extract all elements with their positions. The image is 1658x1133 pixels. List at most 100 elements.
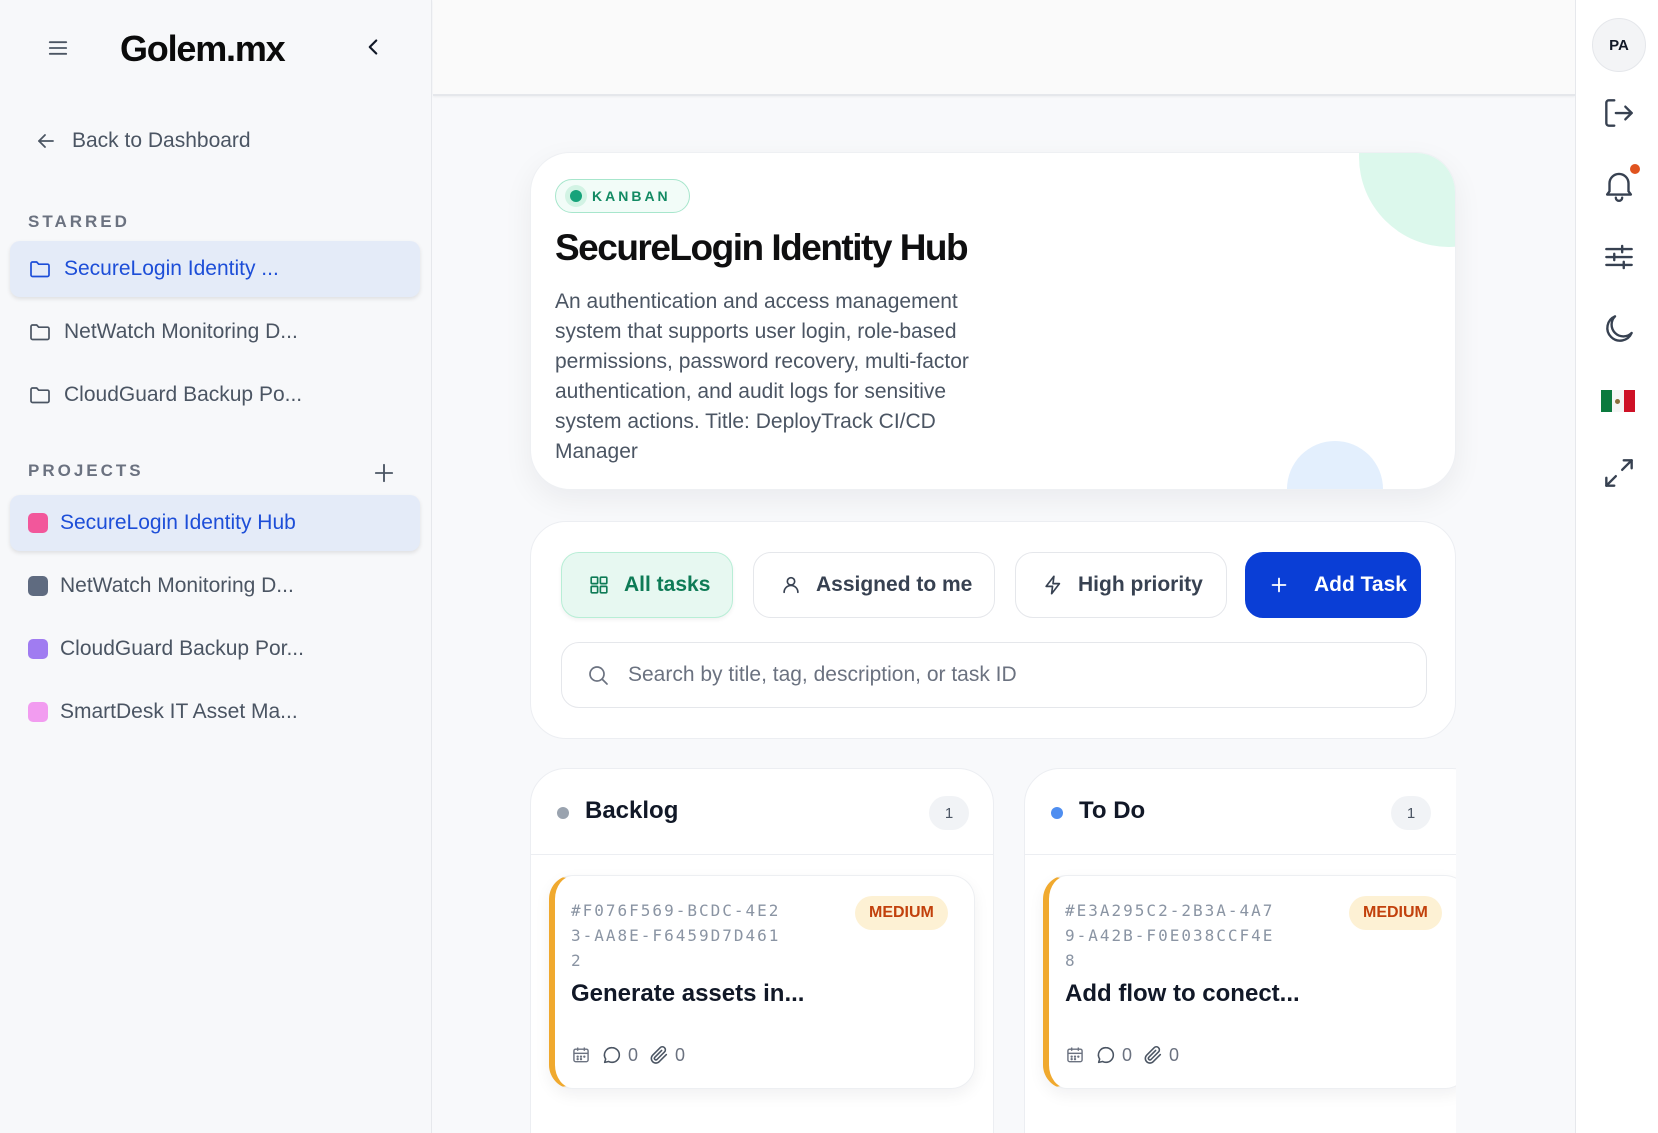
comments-count-value: 0	[628, 1044, 639, 1065]
task-meta: 0 0	[1065, 1044, 1179, 1066]
comments-count-value: 0	[1122, 1044, 1133, 1065]
attachments-count-value: 0	[1169, 1044, 1180, 1065]
task-card[interactable]: #F076F569-BCDC-4E23-AA8E-F6459D7D4612 ME…	[549, 875, 975, 1089]
mexico-flag-icon[interactable]	[1601, 390, 1635, 412]
task-toolbar: All tasks Assigned to me High priority A…	[530, 521, 1456, 739]
project-item-netwatch[interactable]: NetWatch Monitoring D...	[10, 558, 420, 614]
kanban-column-backlog: Backlog 1 #F076F569-BCDC-4E23-AA8E-F6459…	[530, 768, 994, 1133]
all-tasks-label: All tasks	[624, 573, 711, 596]
starred-item-cloudguard[interactable]: CloudGuard Backup Po...	[10, 367, 420, 423]
project-color-swatch	[28, 513, 48, 533]
starred-item-label: NetWatch Monitoring D...	[64, 320, 298, 343]
add-task-button[interactable]: Add Task	[1245, 552, 1421, 618]
task-title: Generate assets in...	[571, 980, 805, 1007]
attachments-count[interactable]: 0	[1142, 1044, 1179, 1066]
priority-badge: MEDIUM	[855, 896, 948, 930]
user-icon	[780, 574, 802, 596]
column-title: Backlog	[585, 797, 679, 824]
page-title: SecureLogin Identity Hub	[555, 227, 969, 268]
starred-section-title: STARRED	[28, 212, 130, 231]
project-item-cloudguard[interactable]: CloudGuard Backup Por...	[10, 621, 420, 677]
paperclip-icon	[1142, 1044, 1164, 1066]
comment-icon	[1095, 1044, 1117, 1066]
plus-icon	[1268, 574, 1290, 596]
column-header: Backlog 1	[531, 769, 993, 855]
high-priority-label: High priority	[1078, 573, 1203, 596]
collapse-sidebar-icon[interactable]	[360, 34, 386, 60]
right-rail: PA	[1575, 0, 1658, 1133]
task-card[interactable]: #E3A295C2-2B3A-4A79-A42B-F0E038CCF4E8 ME…	[1043, 875, 1456, 1089]
decorative-blob	[1287, 441, 1383, 489]
sidebar-header: Golem.mx	[0, 0, 432, 100]
starred-item-label: CloudGuard Backup Po...	[64, 383, 303, 406]
attachments-count[interactable]: 0	[648, 1044, 685, 1066]
sidebar: Golem.mx Back to Dashboard STARRED Secur…	[0, 0, 432, 1133]
project-item-label: SmartDesk IT Asset Ma...	[60, 700, 298, 723]
column-title: To Do	[1079, 797, 1146, 824]
project-color-swatch	[28, 639, 48, 659]
column-header: To Do 1	[1025, 769, 1456, 855]
calendar-icon[interactable]	[1065, 1045, 1085, 1065]
grid-icon	[588, 574, 610, 596]
add-project-icon[interactable]	[370, 459, 398, 487]
kanban-board: Backlog 1 #F076F569-BCDC-4E23-AA8E-F6459…	[530, 768, 1456, 1133]
menu-icon[interactable]	[44, 34, 72, 62]
calendar-icon[interactable]	[571, 1045, 591, 1065]
bell-icon[interactable]	[1600, 164, 1640, 204]
app-logo[interactable]: Golem.mx	[120, 28, 286, 70]
column-status-dot	[557, 807, 569, 819]
project-color-swatch	[28, 576, 48, 596]
project-item-label: NetWatch Monitoring D...	[60, 574, 294, 597]
assigned-to-me-filter-button[interactable]: Assigned to me	[753, 552, 995, 618]
decorative-blob	[1359, 153, 1455, 247]
folder-icon	[28, 383, 52, 407]
search-field[interactable]	[561, 642, 1427, 708]
search-icon	[586, 663, 610, 687]
comments-count[interactable]: 0	[1095, 1044, 1132, 1066]
task-meta: 0 0	[571, 1044, 685, 1066]
attachments-count-value: 0	[675, 1044, 686, 1065]
project-hero-card: KANBAN SecureLogin Identity Hub An authe…	[530, 152, 1456, 490]
starred-item-netwatch[interactable]: NetWatch Monitoring D...	[10, 304, 420, 360]
column-count-badge: 1	[1391, 796, 1431, 830]
avatar[interactable]: PA	[1592, 18, 1646, 72]
sliders-icon[interactable]	[1600, 238, 1638, 276]
search-input[interactable]	[628, 663, 1408, 687]
project-item-label: SecureLogin Identity Hub	[60, 511, 296, 534]
back-to-dashboard-link[interactable]: Back to Dashboard	[34, 124, 251, 158]
starred-item-label: SecureLogin Identity ...	[64, 257, 279, 280]
column-count-badge: 1	[929, 796, 969, 830]
back-to-dashboard-label: Back to Dashboard	[72, 129, 251, 152]
paperclip-icon	[648, 1044, 670, 1066]
project-description: An authentication and access management …	[555, 290, 969, 463]
moon-icon[interactable]	[1600, 310, 1638, 348]
task-id: #E3A295C2-2B3A-4A79-A42B-F0E038CCF4E8	[1065, 901, 1275, 970]
kanban-badge-label: KANBAN	[592, 188, 671, 204]
task-id: #F076F569-BCDC-4E23-AA8E-F6459D7D4612	[571, 901, 781, 970]
all-tasks-filter-button[interactable]: All tasks	[561, 552, 733, 618]
kanban-badge: KANBAN	[555, 179, 690, 213]
project-item-smartdesk[interactable]: SmartDesk IT Asset Ma...	[10, 684, 420, 740]
folder-icon	[28, 257, 52, 281]
project-item-securelogin[interactable]: SecureLogin Identity Hub	[10, 495, 420, 551]
folder-icon	[28, 320, 52, 344]
arrow-left-icon	[34, 129, 58, 153]
notification-dot	[1630, 164, 1640, 174]
add-task-label: Add Task	[1314, 573, 1407, 596]
high-priority-filter-button[interactable]: High priority	[1015, 552, 1227, 618]
starred-item-securelogin[interactable]: SecureLogin Identity ...	[10, 241, 420, 297]
status-dot	[570, 190, 582, 202]
expand-icon[interactable]	[1600, 454, 1638, 492]
task-title: Add flow to conect...	[1065, 980, 1300, 1007]
projects-section-title: PROJECTS	[28, 461, 144, 480]
comment-icon	[601, 1044, 623, 1066]
project-item-label: CloudGuard Backup Por...	[60, 637, 304, 660]
column-status-dot	[1051, 807, 1063, 819]
priority-badge: MEDIUM	[1349, 896, 1442, 930]
comments-count[interactable]: 0	[601, 1044, 638, 1066]
lightning-icon	[1042, 574, 1064, 596]
logout-icon[interactable]	[1600, 94, 1638, 132]
project-color-swatch	[28, 702, 48, 722]
kanban-column-todo: To Do 1 #E3A295C2-2B3A-4A79-A42B-F0E038C…	[1024, 768, 1456, 1133]
top-bar	[433, 0, 1575, 96]
